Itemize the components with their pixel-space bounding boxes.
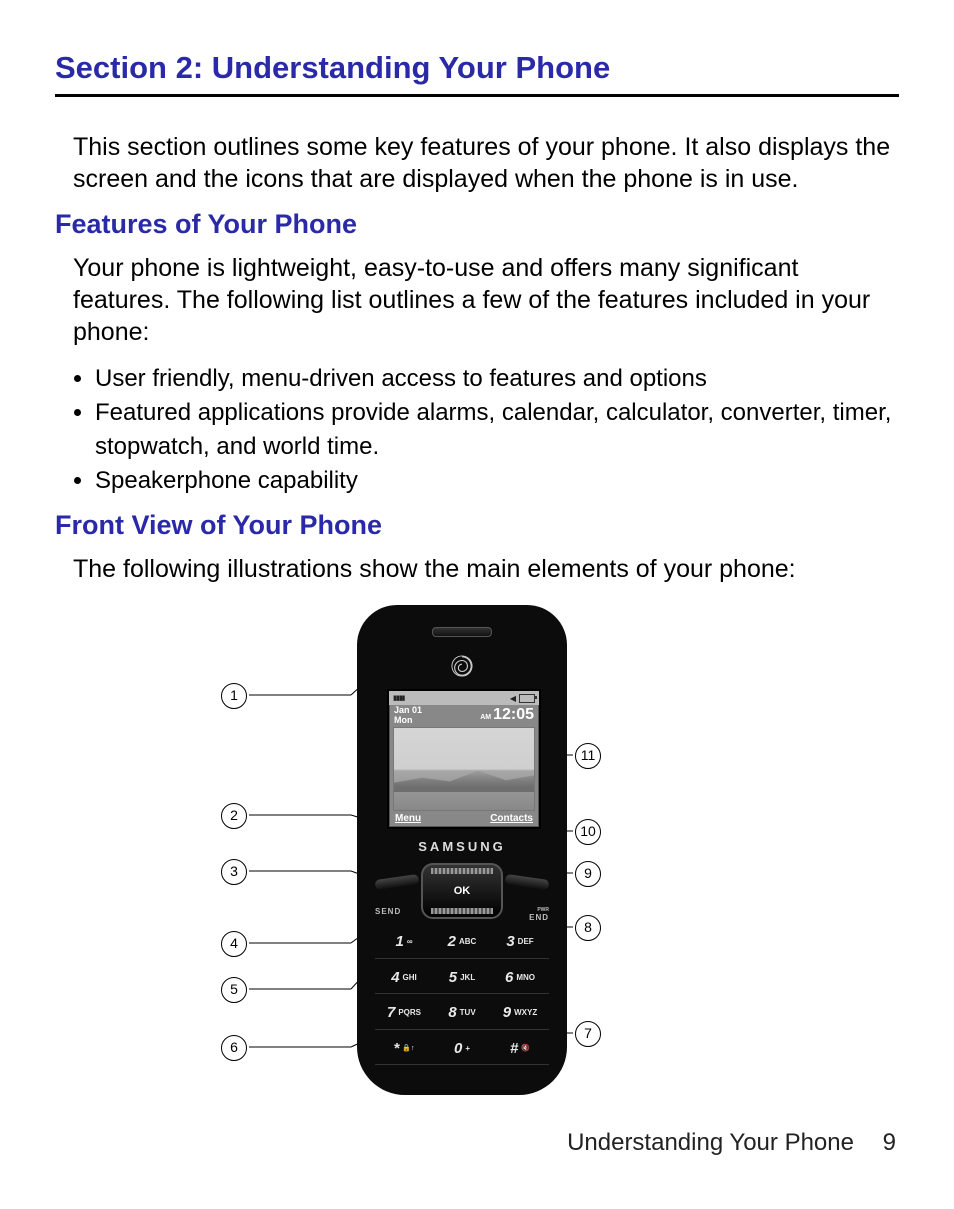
- speaker-icon: ◀: [510, 694, 516, 703]
- callout-3: 3: [221, 859, 247, 885]
- phone-screen: ▮▮▮▮ ◀ Jan 01 Mon AM12:05 Menu C: [387, 689, 541, 829]
- section-title: Section 2: Understanding Your Phone: [55, 50, 899, 86]
- key-6: 6MNO: [491, 961, 549, 995]
- feature-item: Speakerphone capability: [95, 464, 899, 498]
- key-8: 8TUV: [433, 996, 491, 1030]
- phone-illustration: ▮▮▮▮ ◀ Jan 01 Mon AM12:05 Menu C: [357, 605, 567, 1095]
- key-1: 1∞: [375, 925, 433, 959]
- footer-chapter: Understanding Your Phone: [567, 1129, 854, 1156]
- signal-icon: ▮▮▮▮: [393, 694, 404, 702]
- front-view-intro: The following illustrations show the mai…: [55, 553, 899, 585]
- page-footer: Understanding Your Phone 9: [567, 1129, 896, 1157]
- callout-2: 2: [221, 803, 247, 829]
- feature-item: User friendly, menu-driven access to fea…: [95, 362, 899, 396]
- key-hash: #🔇: [491, 1032, 549, 1066]
- callout-6: 6: [221, 1035, 247, 1061]
- callout-4: 4: [221, 931, 247, 957]
- callout-11: 11: [575, 743, 601, 769]
- features-list: User friendly, menu-driven access to fea…: [55, 362, 899, 498]
- callout-9: 9: [575, 861, 601, 887]
- features-intro: Your phone is lightweight, easy-to-use a…: [55, 252, 899, 348]
- title-rule: [55, 94, 899, 97]
- softkey-left-label: Menu: [395, 813, 421, 824]
- callout-10: 10: [575, 819, 601, 845]
- key-7: 7PQRS: [375, 996, 433, 1030]
- dpad-up-icon: [431, 868, 493, 874]
- key-2: 2ABC: [433, 925, 491, 959]
- phone-figure: 1 2 3 4 5 6 11 10 9 8 7 ▮▮▮▮ ◀: [217, 605, 737, 1105]
- key-0: 0+: [433, 1032, 491, 1066]
- callout-1: 1: [221, 683, 247, 709]
- intro-paragraph: This section outlines some key features …: [55, 131, 899, 195]
- left-soft-button: [375, 874, 420, 890]
- screen-time: AM12:05: [480, 706, 534, 725]
- status-bar: ▮▮▮▮ ◀: [389, 691, 539, 705]
- heading-front-view: Front View of Your Phone: [55, 510, 899, 541]
- keypad: 1∞ 2ABC 3DEF 4GHI 5JKL 6MNO 7PQRS 8TUV 9…: [375, 925, 549, 1065]
- end-key-label: PWR END: [529, 907, 549, 922]
- callout-5: 5: [221, 977, 247, 1003]
- key-4: 4GHI: [375, 961, 433, 995]
- carrier-logo-icon: [451, 655, 473, 677]
- key-5: 5JKL: [433, 961, 491, 995]
- callout-8: 8: [575, 915, 601, 941]
- page-number: 9: [883, 1129, 896, 1156]
- key-9: 9WXYZ: [491, 996, 549, 1030]
- key-star: *🔒↑: [375, 1032, 433, 1066]
- feature-item: Featured applications provide alarms, ca…: [95, 396, 899, 464]
- send-key-label: SEND: [375, 907, 401, 922]
- brand-label: SAMSUNG: [357, 839, 567, 854]
- key-3: 3DEF: [491, 925, 549, 959]
- softkey-right-label: Contacts: [490, 813, 533, 824]
- battery-icon: [519, 694, 535, 703]
- heading-features: Features of Your Phone: [55, 209, 899, 240]
- ok-button-label: OK: [454, 885, 471, 897]
- wallpaper-image: [393, 727, 535, 811]
- right-soft-button: [505, 874, 550, 890]
- screen-day: Mon: [394, 716, 422, 725]
- earpiece-icon: [432, 627, 492, 637]
- callout-7: 7: [575, 1021, 601, 1047]
